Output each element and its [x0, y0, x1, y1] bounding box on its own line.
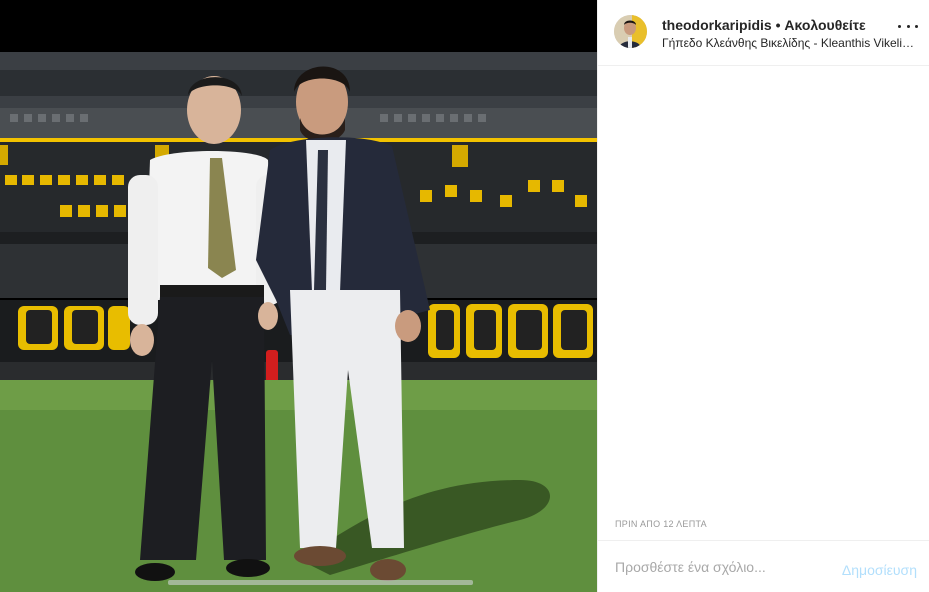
more-dot — [898, 24, 901, 28]
username-link[interactable]: theodorkaripidis — [662, 17, 772, 33]
post-photo[interactable] — [0, 0, 597, 592]
avatar[interactable] — [614, 15, 647, 48]
post-header: theodorkaripidis • Ακολουθείτε Γήπεδο Κλ… — [598, 0, 929, 66]
comment-input[interactable] — [615, 555, 815, 579]
more-dot — [915, 24, 918, 28]
comment-bar: Δημοσίευση — [598, 540, 929, 592]
post-timestamp[interactable]: ΠΡΙΝ ΑΠΟ 12 ΛΕΠΤΑ — [615, 519, 707, 529]
publish-button[interactable]: Δημοσίευση — [842, 562, 917, 578]
follow-state[interactable]: Ακολουθείτε — [784, 17, 865, 33]
post-sidebar: theodorkaripidis • Ακολουθείτε Γήπεδο Κλ… — [597, 0, 929, 592]
separator-dot: • — [775, 17, 781, 33]
more-options-icon[interactable] — [898, 20, 918, 32]
location-link[interactable]: Γήπεδο Κλεάνθης Βικελίδης - Kleanthis Vi… — [662, 36, 918, 50]
more-dot — [906, 24, 910, 28]
